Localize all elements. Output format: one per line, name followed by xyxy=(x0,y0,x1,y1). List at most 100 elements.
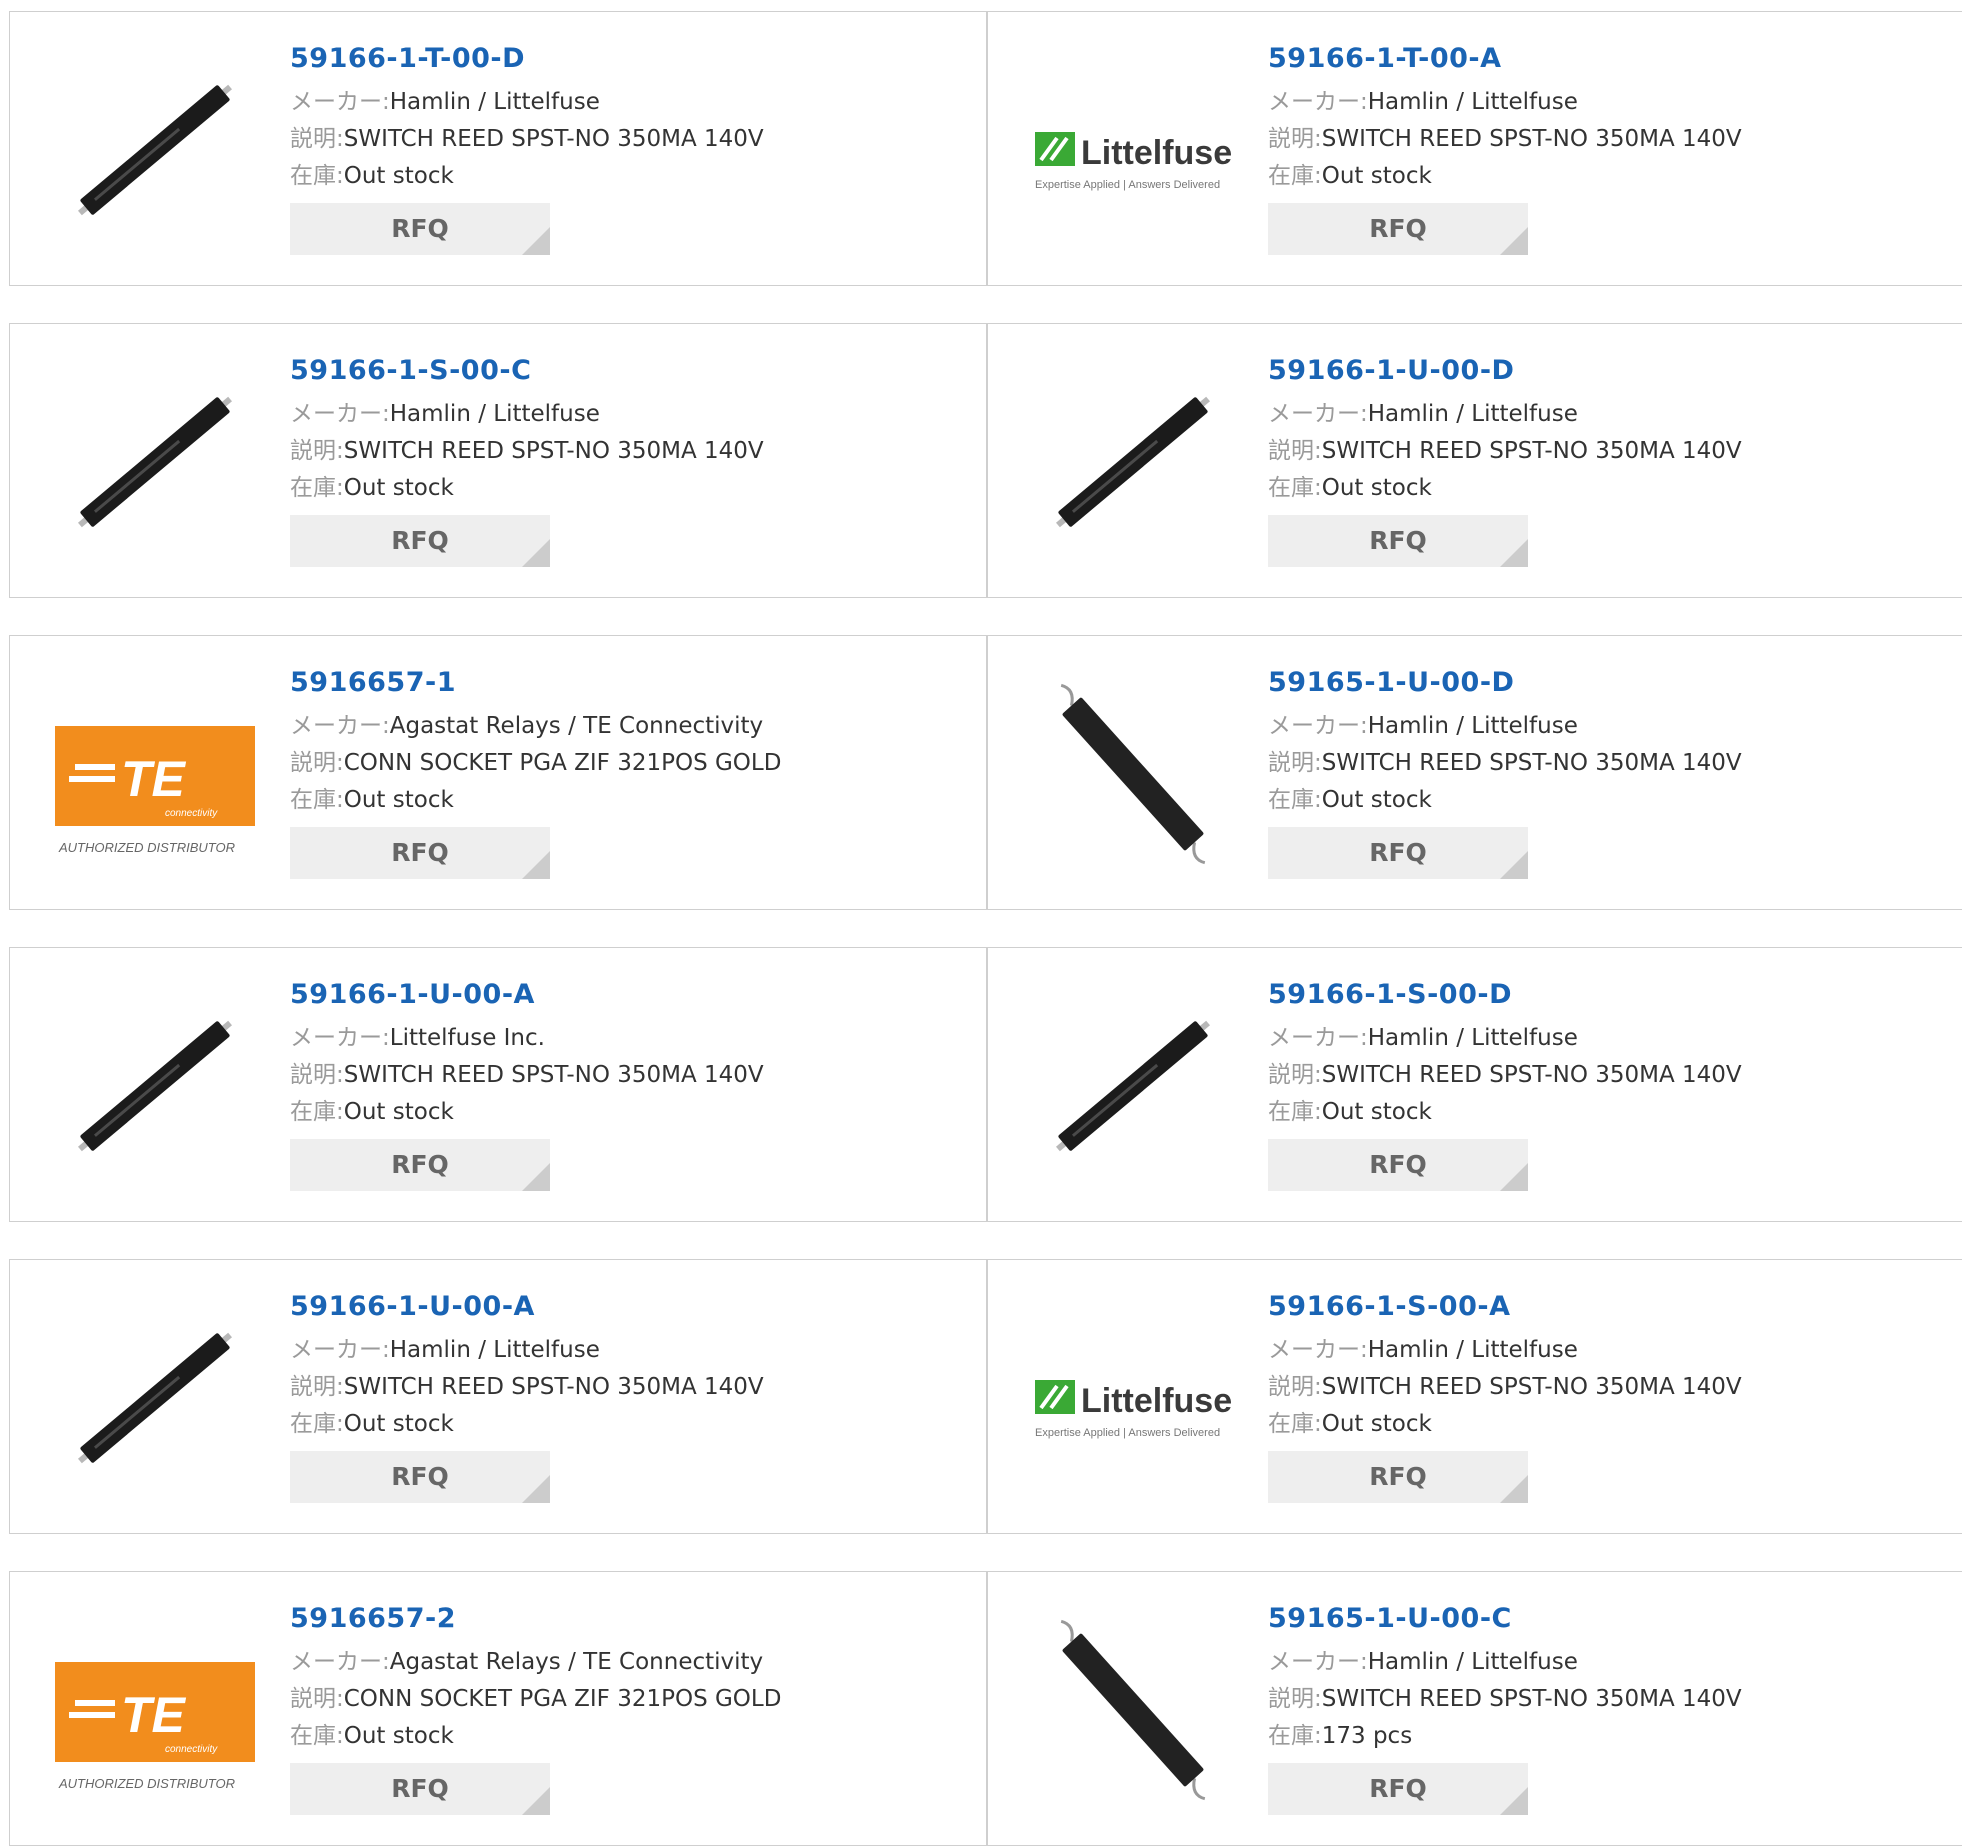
part-number-link[interactable]: 59166-1-T-00-D xyxy=(290,42,966,76)
stock-label: 在庫: xyxy=(290,787,344,813)
manufacturer-value: Hamlin / Littelfuse xyxy=(1367,1337,1578,1363)
rfq-button[interactable]: RFQ xyxy=(1268,1451,1528,1503)
svg-text:AUTHORIZED DISTRIBUTOR: AUTHORIZED DISTRIBUTOR xyxy=(58,1776,235,1791)
stock-value: Out stock xyxy=(343,1411,454,1437)
rfq-button[interactable]: RFQ xyxy=(1268,827,1528,879)
rfq-label: RFQ xyxy=(391,838,449,867)
description-label: 説明: xyxy=(290,1062,344,1088)
manufacturer-value: Hamlin / Littelfuse xyxy=(389,89,600,115)
corner-triangle-icon xyxy=(1500,1475,1528,1503)
part-number-link[interactable]: 5916657-2 xyxy=(290,1602,966,1636)
corner-triangle-icon xyxy=(522,227,550,255)
rfq-label: RFQ xyxy=(1369,838,1427,867)
rfq-button[interactable]: RFQ xyxy=(290,203,550,255)
product-image[interactable] xyxy=(1023,666,1243,881)
stock-label: 在庫: xyxy=(290,1411,344,1437)
stock-value: Out stock xyxy=(1321,1099,1432,1125)
description-value: SWITCH REED SPST-NO 350MA 140V xyxy=(343,1062,764,1088)
manufacturer-label: メーカー: xyxy=(1268,401,1368,427)
part-number-link[interactable]: 59166-1-T-00-A xyxy=(1268,42,1956,76)
corner-triangle-icon xyxy=(1500,1787,1528,1815)
manufacturer-label: メーカー: xyxy=(290,1649,390,1675)
rfq-button[interactable]: RFQ xyxy=(1268,203,1528,255)
product-image[interactable] xyxy=(1023,1602,1243,1817)
reed-switch-icon xyxy=(77,1332,233,1464)
rfq-button[interactable]: RFQ xyxy=(1268,1139,1528,1191)
description-value: SWITCH REED SPST-NO 350MA 140V xyxy=(343,1374,764,1400)
rfq-button[interactable]: RFQ xyxy=(290,1763,550,1815)
part-number-link[interactable]: 59166-1-S-00-A xyxy=(1268,1290,1956,1324)
svg-text:AUTHORIZED DISTRIBUTOR: AUTHORIZED DISTRIBUTOR xyxy=(58,840,235,855)
product-image[interactable] xyxy=(45,42,265,257)
product-card: Littelfuse Expertise Applied | Answers De… xyxy=(987,1259,1962,1534)
product-image[interactable] xyxy=(45,978,265,1193)
stock-label: 在庫: xyxy=(1268,475,1322,501)
product-card: 59165-1-U-00-D メーカー:Hamlin / Littelfuse … xyxy=(987,635,1962,910)
stock-value: Out stock xyxy=(343,475,454,501)
description-label: 説明: xyxy=(1268,126,1322,152)
reed-switch-icon xyxy=(1055,1020,1211,1152)
manufacturer-value: Littelfuse Inc. xyxy=(389,1025,545,1051)
littelfuse-logo: Littelfuse Expertise Applied | Answers De… xyxy=(1035,132,1232,191)
svg-text:connectivity: connectivity xyxy=(165,808,218,819)
rfq-button[interactable]: RFQ xyxy=(290,515,550,567)
rfq-button[interactable]: RFQ xyxy=(290,1451,550,1503)
product-image[interactable]: TE connectivity AUTHORIZED DISTRIBUTOR xyxy=(45,1602,265,1817)
part-number-link[interactable]: 59166-1-U-00-D xyxy=(1268,354,1956,388)
part-number-link[interactable]: 5916657-1 xyxy=(290,666,966,700)
part-number-link[interactable]: 59165-1-U-00-D xyxy=(1268,666,1956,700)
description-value: SWITCH REED SPST-NO 350MA 140V xyxy=(1321,750,1742,776)
rfq-button[interactable]: RFQ xyxy=(1268,1763,1528,1815)
svg-text:TE: TE xyxy=(121,751,187,807)
svg-text:TE: TE xyxy=(121,1687,187,1743)
manufacturer-value: Agastat Relays / TE Connectivity xyxy=(389,1649,764,1675)
corner-triangle-icon xyxy=(1500,539,1528,567)
svg-text:connectivity: connectivity xyxy=(165,1744,218,1755)
product-grid: 59166-1-T-00-D メーカー:Hamlin / Littelfuse … xyxy=(0,0,1962,1846)
stock-value: Out stock xyxy=(1321,475,1432,501)
product-card: 59166-1-S-00-C メーカー:Hamlin / Littelfuse … xyxy=(9,323,987,598)
product-image[interactable]: Littelfuse Expertise Applied | Answers De… xyxy=(1023,1290,1243,1505)
corner-triangle-icon xyxy=(1500,1163,1528,1191)
part-number-link[interactable]: 59165-1-U-00-C xyxy=(1268,1602,1956,1636)
stock-value: Out stock xyxy=(343,1099,454,1125)
corner-triangle-icon xyxy=(522,1163,550,1191)
description-value: SWITCH REED SPST-NO 350MA 140V xyxy=(1321,1686,1742,1712)
stock-label: 在庫: xyxy=(290,1099,344,1125)
product-card: TE connectivity AUTHORIZED DISTRIBUTOR 591… xyxy=(9,1571,987,1846)
manufacturer-label: メーカー: xyxy=(1268,1649,1368,1675)
description-label: 説明: xyxy=(290,750,344,776)
part-number-link[interactable]: 59166-1-U-00-A xyxy=(290,978,966,1012)
stock-label: 在庫: xyxy=(290,475,344,501)
svg-text:Expertise Applied | Answers De: Expertise Applied | Answers Delivered xyxy=(1035,1427,1220,1439)
stock-value: Out stock xyxy=(343,1723,454,1749)
product-card: Littelfuse Expertise Applied | Answers De… xyxy=(987,11,1962,286)
manufacturer-label: メーカー: xyxy=(290,401,390,427)
product-image[interactable] xyxy=(1023,978,1243,1193)
part-number-link[interactable]: 59166-1-S-00-D xyxy=(1268,978,1956,1012)
part-number-link[interactable]: 59166-1-S-00-C xyxy=(290,354,966,388)
reed-switch-icon xyxy=(77,396,233,528)
product-card: 59166-1-U-00-A メーカー:Hamlin / Littelfuse … xyxy=(9,1259,987,1534)
description-value: CONN SOCKET PGA ZIF 321POS GOLD xyxy=(343,1686,782,1712)
rfq-button[interactable]: RFQ xyxy=(1268,515,1528,567)
corner-triangle-icon xyxy=(1500,227,1528,255)
product-image[interactable]: Littelfuse Expertise Applied | Answers De… xyxy=(1023,42,1243,257)
stock-value: Out stock xyxy=(343,163,454,189)
rfq-label: RFQ xyxy=(1369,1150,1427,1179)
product-image[interactable] xyxy=(1023,354,1243,569)
reed-switch-icon xyxy=(77,84,233,216)
part-number-link[interactable]: 59166-1-U-00-A xyxy=(290,1290,966,1324)
product-image[interactable] xyxy=(45,1290,265,1505)
product-image[interactable] xyxy=(45,354,265,569)
reed-switch-icon xyxy=(77,1020,233,1152)
stock-label: 在庫: xyxy=(1268,787,1322,813)
product-image[interactable]: TE connectivity AUTHORIZED DISTRIBUTOR xyxy=(45,666,265,881)
description-label: 説明: xyxy=(290,438,344,464)
reed-switch-icon xyxy=(1060,1619,1206,1801)
product-card: 59165-1-U-00-C メーカー:Hamlin / Littelfuse … xyxy=(987,1571,1962,1846)
rfq-button[interactable]: RFQ xyxy=(290,1139,550,1191)
rfq-button[interactable]: RFQ xyxy=(290,827,550,879)
rfq-label: RFQ xyxy=(391,214,449,243)
product-card: 59166-1-T-00-D メーカー:Hamlin / Littelfuse … xyxy=(9,11,987,286)
